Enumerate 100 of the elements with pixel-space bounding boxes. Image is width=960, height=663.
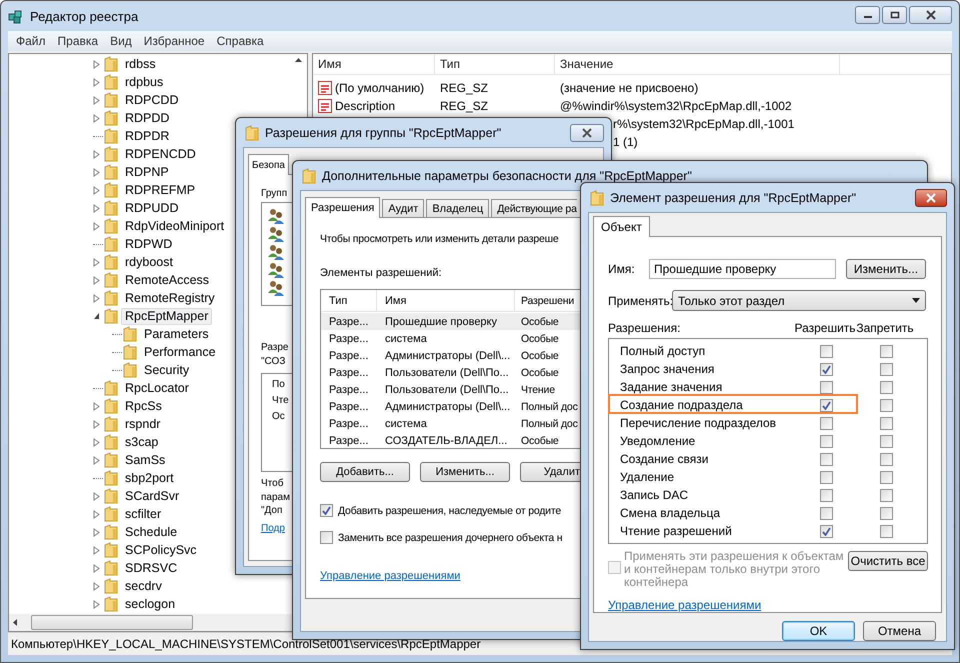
menu-item[interactable]: Справка [210,34,270,48]
tree-item[interactable]: SamSs [121,452,170,468]
column-header[interactable]: Имя [377,290,515,312]
expand-arrow-icon[interactable] [93,150,100,158]
tab[interactable]: Действующие ра [491,199,577,217]
expand-arrow-icon[interactable] [93,546,100,554]
expand-arrow-icon[interactable] [93,294,100,302]
checkbox[interactable] [820,434,832,448]
tree-item[interactable]: SCPolicySvc [121,542,201,558]
tree-item[interactable]: RDPUDD [121,200,182,216]
table-row[interactable]: Разре... система Особые [321,330,582,347]
checkbox[interactable] [880,416,892,430]
tree-item[interactable]: Security [140,362,194,378]
tree-item[interactable]: RDPCDD [121,92,182,108]
checkbox[interactable] [320,504,333,517]
table-row[interactable]: Разре... СОЗДАТЕЛЬ-ВЛАДЕЛ... Особые [321,432,582,449]
checkbox[interactable] [820,524,832,538]
column-header[interactable]: Имя [313,54,435,75]
tab[interactable]: Безопа [248,154,289,175]
expand-arrow-icon[interactable] [93,438,100,446]
tree-item[interactable]: SCardSvr [121,488,184,504]
checkbox[interactable] [820,506,832,520]
tree-item[interactable]: RDPNP [121,164,173,180]
checkbox[interactable] [880,380,892,394]
expand-arrow-icon[interactable] [93,402,100,410]
checkbox[interactable] [820,362,832,376]
expand-arrow-icon[interactable] [93,528,100,536]
expand-arrow-icon[interactable] [93,582,100,590]
tab[interactable]: Владелец [426,199,490,217]
tree-item[interactable]: Schedule [121,524,182,540]
menu-item[interactable]: Избранное [138,34,211,48]
tree-item[interactable]: scfilter [121,506,166,522]
tree-item[interactable]: rdbss [121,56,160,72]
tree-item[interactable]: RDPDD [121,110,174,126]
checkbox[interactable] [880,398,892,412]
clear-all-button[interactable]: Очистить все [848,551,928,571]
expand-arrow-icon[interactable] [93,168,100,176]
table-row[interactable]: Разре... Администраторы (Dell\... Полный дос [321,398,582,415]
menu-item[interactable]: Правка [52,34,104,48]
checkbox[interactable] [820,398,832,412]
tab[interactable]: Разрешения [305,197,380,218]
change-button[interactable]: Изменить... [846,259,926,279]
tree-item[interactable]: Parameters [140,326,213,342]
apply-dropdown[interactable]: Только этот раздел [672,290,926,311]
tree-item[interactable]: RpcSs [121,398,166,414]
tab[interactable]: Аудит [382,199,424,217]
close-button[interactable] [909,6,952,24]
checkbox[interactable] [880,344,892,358]
menu-item[interactable]: Файл [10,34,52,48]
tree-item[interactable]: s3cap [121,434,162,450]
checkbox[interactable] [320,531,333,544]
manage-permissions-link[interactable]: Управление разрешениями [608,598,762,612]
tree-item[interactable]: RemoteAccess [121,272,214,288]
checkbox[interactable] [880,488,892,502]
column-header[interactable]: Тип [435,54,555,75]
expand-arrow-icon[interactable] [93,96,100,104]
column-header[interactable]: Тип [321,290,377,312]
table-row[interactable]: Разре... система Полный дос [321,415,582,432]
checkbox[interactable] [820,416,832,430]
expand-arrow-icon[interactable] [93,78,100,86]
scroll-up-arrow-icon[interactable] [295,58,302,62]
expand-arrow-icon[interactable] [93,600,100,608]
expand-arrow-icon[interactable] [93,114,100,122]
close-button[interactable] [570,124,604,142]
tree-item[interactable]: rspndr [121,416,164,432]
table-row[interactable]: Разре... Прошедшие проверку Особые [321,313,582,330]
checkbox[interactable] [880,362,892,376]
tree-item[interactable]: RpcLocator [121,380,193,396]
checkbox[interactable] [880,506,892,520]
table-row[interactable]: Разре... Пользователи (Dell\По... Чтение [321,381,582,398]
column-header[interactable]: Значение [555,54,840,75]
expand-arrow-icon[interactable] [93,276,100,284]
checkbox[interactable] [820,380,832,394]
collapse-arrow-icon[interactable] [93,312,100,320]
action-button[interactable]: Добавить... [320,462,410,482]
checkbox[interactable] [820,344,832,358]
expand-arrow-icon[interactable] [93,564,100,572]
checkbox[interactable] [880,452,892,466]
expand-arrow-icon[interactable] [93,204,100,212]
tree-item[interactable]: SDRSVC [121,560,182,576]
tree-item[interactable]: RDPENCDD [121,146,200,162]
action-button[interactable]: Удалит [520,462,580,482]
tree-item[interactable]: seclogon [121,596,180,612]
checkbox[interactable] [880,524,892,538]
expand-arrow-icon[interactable] [93,456,100,464]
expand-arrow-icon[interactable] [93,186,100,194]
checkbox[interactable] [880,434,892,448]
tree-item[interactable]: RDPREFMP [121,182,200,198]
expand-arrow-icon[interactable] [93,420,100,428]
expand-arrow-icon[interactable] [93,492,100,500]
expand-arrow-icon[interactable] [93,60,100,68]
table-row[interactable]: Разре... Администраторы (Dell\... Особые [321,347,582,364]
tree-item[interactable]: secdrv [121,578,166,594]
checkbox[interactable] [880,470,892,484]
expand-arrow-icon[interactable] [93,258,100,266]
manage-permissions-link[interactable]: Управление разрешениями [320,570,460,582]
tab[interactable]: Объект [593,216,650,237]
checkbox[interactable] [820,488,832,502]
checkbox[interactable] [820,452,832,466]
close-button[interactable] [915,188,947,206]
